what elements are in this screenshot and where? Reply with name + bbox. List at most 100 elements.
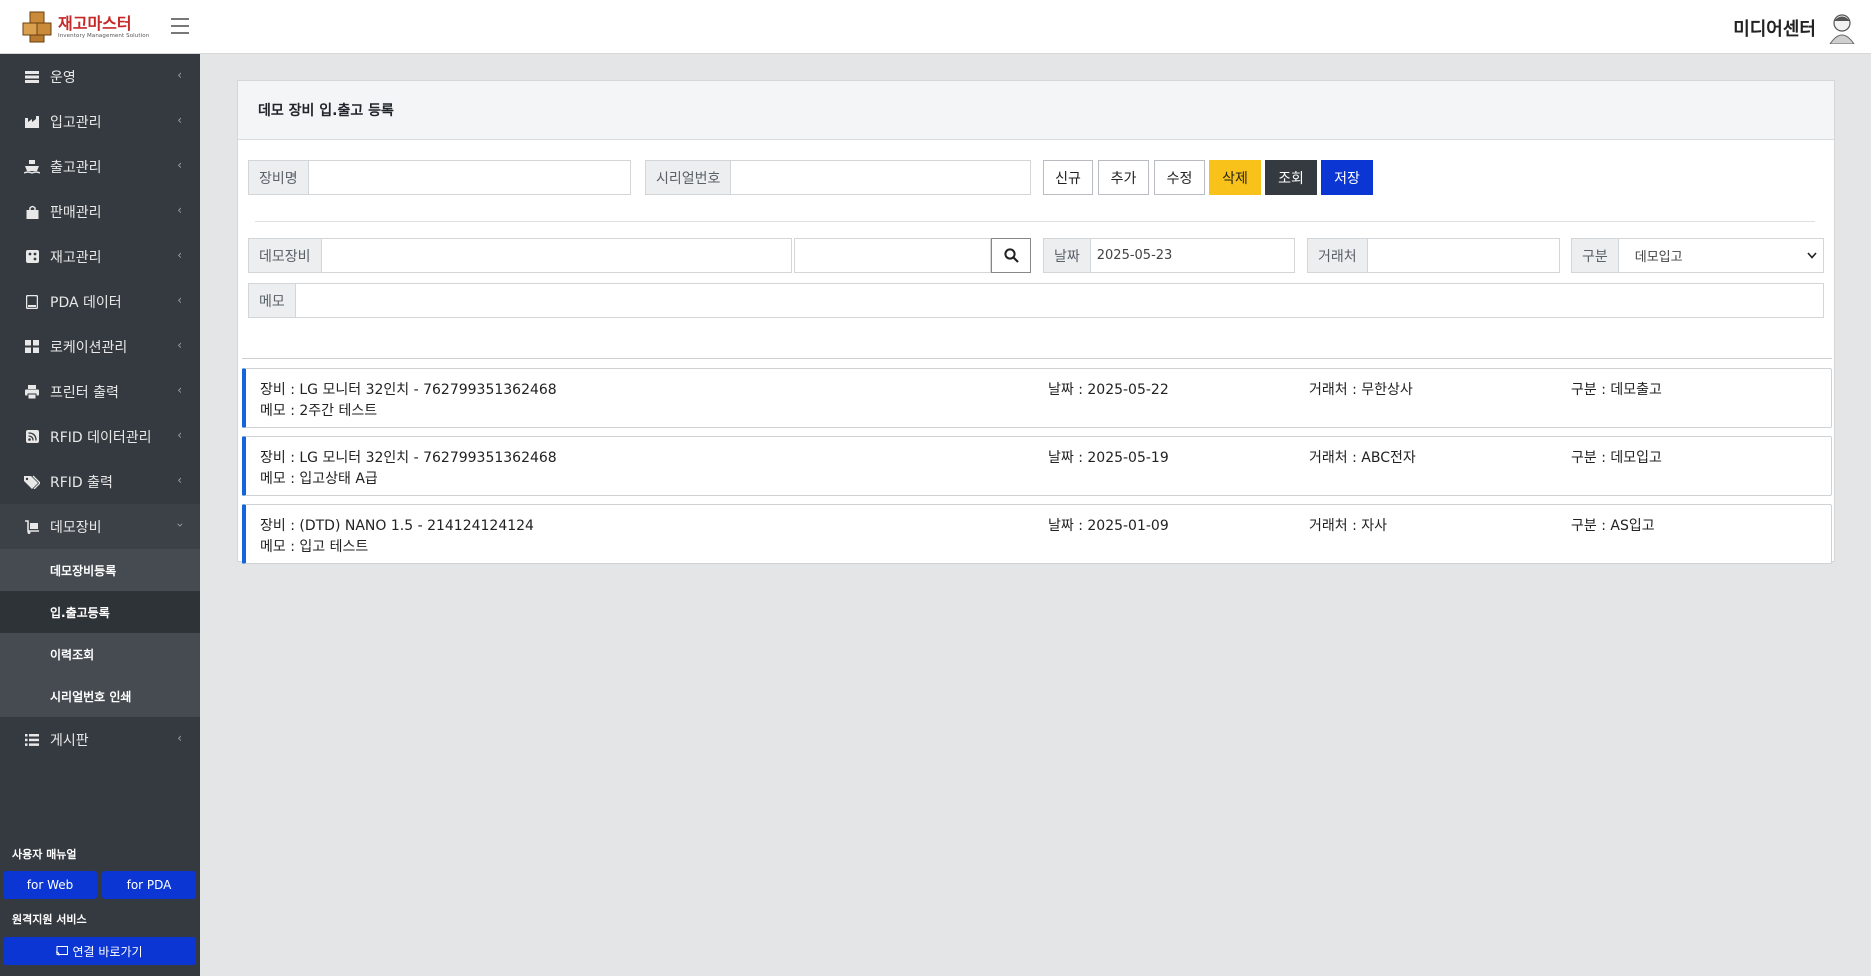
demo-equipment-label: 데모장비 bbox=[249, 239, 322, 272]
sidebar-item-outbound[interactable]: 출고관리 ‹ bbox=[0, 144, 200, 189]
chevron-left-icon: ‹ bbox=[177, 203, 182, 217]
memo-label: 메모 bbox=[249, 284, 296, 317]
sidebar-item-label: 프린터 출력 bbox=[50, 384, 119, 401]
sidebar-item-label: PDA 데이터 bbox=[50, 294, 122, 311]
serial-input[interactable] bbox=[731, 161, 1030, 194]
chevron-left-icon: ‹ bbox=[177, 428, 182, 442]
app-logo[interactable]: 재고마스터 Inventory Management Solution bbox=[22, 10, 149, 44]
type-select[interactable]: 데모입고 bbox=[1619, 239, 1823, 272]
demo-equipment-serial-group bbox=[794, 238, 991, 273]
new-button[interactable]: 신규 bbox=[1043, 160, 1093, 195]
ship-icon bbox=[24, 159, 40, 175]
client-group: 거래처 bbox=[1307, 238, 1560, 273]
manual-label: 사용자 매뉴얼 bbox=[12, 848, 77, 861]
demo-equipment-serial-input[interactable] bbox=[795, 239, 990, 272]
hamburger-menu-icon[interactable] bbox=[171, 18, 189, 34]
date-input[interactable]: 2025-05-23 bbox=[1091, 239, 1294, 272]
sub-item-inout-register[interactable]: 입.출고등록 bbox=[0, 591, 200, 633]
logo-name: 재고마스터 bbox=[58, 13, 132, 33]
sidebar-item-location[interactable]: 로케이션관리 ‹ bbox=[0, 324, 200, 369]
divider bbox=[255, 221, 1815, 222]
save-button[interactable]: 저장 bbox=[1321, 160, 1373, 195]
submenu-demo-equipment: 데모장비등록 입.출고등록 이력조회 시리얼번호 인쇄 bbox=[0, 549, 200, 717]
user-name[interactable]: 미디어센터 bbox=[1733, 15, 1816, 41]
sidebar-item-demo-equipment[interactable]: 데모장비 ‹ bbox=[0, 504, 200, 549]
chevron-down-icon: ‹ bbox=[172, 522, 187, 528]
type-selected-value: 데모입고 bbox=[1634, 250, 1683, 265]
sidebar: 운영 ‹ 입고관리 ‹ 출고관리 ‹ 판매관리 ‹ 재고관리 ‹ PDA 데이터… bbox=[0, 54, 200, 976]
sidebar-item-inventory[interactable]: 재고관리 ‹ bbox=[0, 234, 200, 279]
equipment-name-input[interactable] bbox=[309, 161, 630, 194]
serial-label: 시리얼번호 bbox=[646, 161, 732, 194]
sub-item-demo-register[interactable]: 데모장비등록 bbox=[0, 549, 200, 591]
list-ul-icon bbox=[24, 732, 40, 748]
search-icon bbox=[1003, 248, 1019, 263]
demo-equipment-input[interactable] bbox=[322, 239, 791, 272]
sidebar-item-label: 운영 bbox=[50, 69, 76, 86]
chevron-left-icon: ‹ bbox=[177, 338, 182, 352]
sidebar-item-rfid-output[interactable]: RFID 출력 ‹ bbox=[0, 459, 200, 504]
search-button[interactable]: 조회 bbox=[1265, 160, 1317, 195]
rss-icon bbox=[24, 429, 40, 445]
record-client: 거래처 : 무한상사 bbox=[1309, 382, 1413, 398]
sidebar-item-label: 로케이션관리 bbox=[50, 339, 128, 356]
sidebar-item-board[interactable]: 게시판 ‹ bbox=[0, 717, 200, 762]
sidebar-item-printer[interactable]: 프린터 출력 ‹ bbox=[0, 369, 200, 414]
sidebar-item-rfid-data[interactable]: RFID 데이터관리 ‹ bbox=[0, 414, 200, 459]
date-label: 날짜 bbox=[1044, 239, 1091, 272]
tags-icon bbox=[24, 474, 40, 490]
remote-connect-button[interactable]: 연결 바로가기 bbox=[3, 937, 196, 965]
serial-group: 시리얼번호 bbox=[645, 160, 1031, 195]
record-date: 날짜 : 2025-05-19 bbox=[1048, 450, 1169, 466]
edit-button[interactable]: 수정 bbox=[1154, 160, 1205, 195]
sidebar-item-operation[interactable]: 운영 ‹ bbox=[0, 54, 200, 99]
add-button[interactable]: 추가 bbox=[1098, 160, 1149, 195]
sidebar-item-label: 재고관리 bbox=[50, 249, 102, 266]
sub-item-serial-print[interactable]: 시리얼번호 인쇄 bbox=[0, 675, 200, 717]
list-item[interactable]: 장비 : (DTD) NANO 1.5 - 214124124124 메모 : … bbox=[242, 504, 1832, 564]
manual-pda-button[interactable]: for PDA bbox=[102, 871, 196, 899]
chevron-left-icon: ‹ bbox=[177, 158, 182, 172]
demo-inout-card: 데모 장비 입.출고 등록 장비명 시리얼번호 신규 추가 수정 삭제 조회 저… bbox=[237, 80, 1835, 564]
sidebar-item-label: 출고관리 bbox=[50, 159, 102, 176]
record-type: 구분 : AS입고 bbox=[1571, 518, 1655, 534]
record-equipment: 장비 : (DTD) NANO 1.5 - 214124124124 bbox=[260, 518, 534, 534]
manual-web-button[interactable]: for Web bbox=[3, 871, 97, 899]
sidebar-item-label: RFID 데이터관리 bbox=[50, 429, 152, 446]
sidebar-item-label: RFID 출력 bbox=[50, 474, 113, 491]
record-memo: 메모 : 입고상태 A급 bbox=[260, 471, 378, 487]
chevron-down-icon bbox=[1807, 252, 1817, 259]
tablet-icon bbox=[24, 294, 40, 310]
dolly-icon bbox=[24, 519, 40, 535]
list-item[interactable]: 장비 : LG 모니터 32인치 - 762799351362468 메모 : … bbox=[242, 368, 1832, 428]
box-icon bbox=[24, 249, 40, 265]
avatar[interactable] bbox=[1827, 12, 1857, 44]
sidebar-item-label: 게시판 bbox=[50, 732, 89, 749]
equipment-name-label: 장비명 bbox=[249, 161, 309, 194]
sidebar-item-sales[interactable]: 판매관리 ‹ bbox=[0, 189, 200, 234]
memo-input[interactable] bbox=[296, 284, 1823, 317]
page-title: 데모 장비 입.출고 등록 bbox=[238, 81, 1834, 140]
chevron-left-icon: ‹ bbox=[177, 473, 182, 487]
date-group: 날짜 2025-05-23 bbox=[1043, 238, 1295, 273]
list-item[interactable]: 장비 : LG 모니터 32인치 - 762799351362468 메모 : … bbox=[242, 436, 1832, 496]
sidebar-item-inbound[interactable]: 입고관리 ‹ bbox=[0, 99, 200, 144]
sidebar-item-label: 입고관리 bbox=[50, 114, 102, 131]
equipment-search-button[interactable] bbox=[991, 238, 1031, 273]
equipment-name-group: 장비명 bbox=[248, 160, 631, 195]
record-type: 구분 : 데모입고 bbox=[1571, 450, 1662, 466]
printer-icon bbox=[24, 384, 40, 400]
chevron-left-icon: ‹ bbox=[177, 731, 182, 745]
chevron-left-icon: ‹ bbox=[177, 293, 182, 307]
record-equipment: 장비 : LG 모니터 32인치 - 762799351362468 bbox=[260, 450, 557, 466]
record-type: 구분 : 데모출고 bbox=[1571, 382, 1662, 398]
client-input[interactable] bbox=[1368, 239, 1559, 272]
record-equipment: 장비 : LG 모니터 32인치 - 762799351362468 bbox=[260, 382, 557, 398]
logo-subtitle: Inventory Management Solution bbox=[58, 32, 150, 39]
shopping-bag-icon bbox=[24, 204, 40, 220]
chevron-left-icon: ‹ bbox=[177, 113, 182, 127]
boxes-logo-icon bbox=[22, 11, 52, 43]
sidebar-item-pda-data[interactable]: PDA 데이터 ‹ bbox=[0, 279, 200, 324]
sub-item-history[interactable]: 이력조회 bbox=[0, 633, 200, 675]
delete-button[interactable]: 삭제 bbox=[1209, 160, 1261, 195]
